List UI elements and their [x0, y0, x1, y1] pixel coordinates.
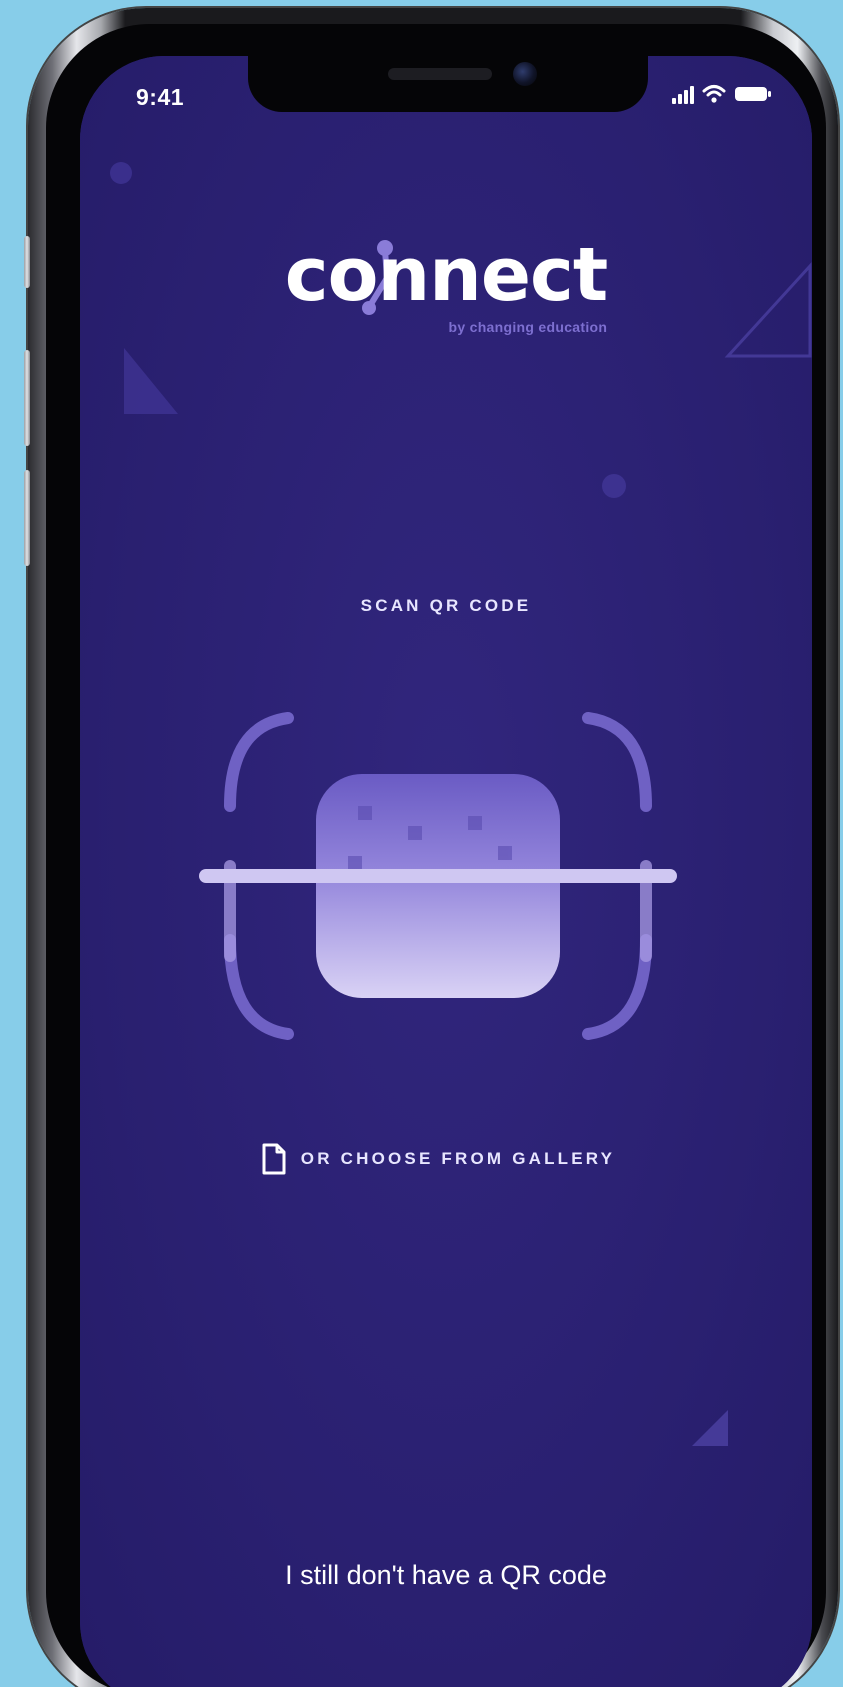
triangle-decoration-bottom	[692, 1410, 728, 1446]
dot-decoration-small	[110, 162, 132, 184]
status-time: 9:41	[136, 84, 185, 110]
app-screen: 9:41 connect by changing education SCAN …	[80, 56, 812, 1687]
document-icon	[262, 1143, 286, 1175]
app-logo: connect by changing education	[80, 238, 812, 334]
stage: 9:41 connect by changing education SCAN …	[0, 0, 843, 1687]
mute-switch	[24, 236, 30, 288]
qr-scanner-frame[interactable]	[198, 696, 678, 1076]
notch	[248, 56, 648, 112]
camera-icon	[513, 62, 537, 86]
dot-decoration	[602, 474, 626, 498]
choose-from-gallery-button[interactable]: OR CHOOSE FROM GALLERY	[198, 1142, 678, 1176]
gallery-label: OR CHOOSE FROM GALLERY	[300, 1149, 616, 1168]
signal-icon	[672, 84, 694, 104]
logo-text: connect	[284, 232, 608, 318]
qr-code-placeholder	[316, 774, 560, 998]
status-icons	[672, 84, 772, 104]
no-qr-code-link[interactable]: I still don't have a QR code	[80, 1560, 812, 1591]
scan-qr-title: SCAN QR CODE	[360, 596, 532, 615]
speaker-grille	[388, 68, 492, 80]
logo-wordmark: connect by changing education	[285, 238, 608, 334]
volume-up-button	[24, 350, 30, 446]
wifi-icon	[702, 84, 726, 104]
volume-down-button	[24, 470, 30, 566]
triangle-decoration-left	[124, 348, 178, 414]
battery-icon	[734, 85, 772, 103]
logo-tagline: by changing education	[448, 319, 608, 335]
